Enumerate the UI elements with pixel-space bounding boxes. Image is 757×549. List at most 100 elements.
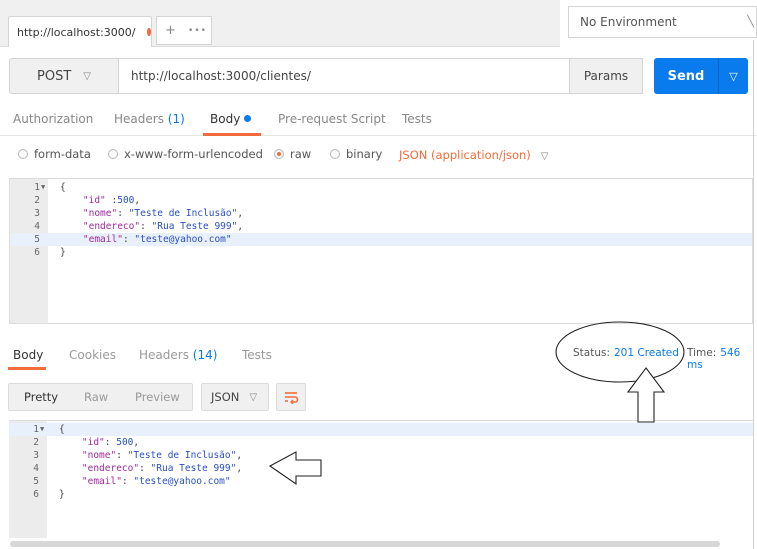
json-sep: :: [117, 208, 129, 219]
chevron-down-icon: ▽: [249, 391, 258, 403]
line-number: 2: [33, 437, 39, 448]
tab-pre-request-script[interactable]: Pre-request Script: [278, 112, 386, 126]
radio-label: x-www-form-urlencoded: [124, 147, 263, 161]
status-label: Status:: [573, 347, 610, 359]
line-number: 2: [34, 195, 40, 206]
code-line: 6}: [10, 246, 752, 259]
json-value: "teste@yahoo.com": [133, 476, 231, 487]
tab-headers[interactable]: Headers (1): [114, 112, 185, 126]
chevron-down-icon: ▽: [729, 69, 738, 83]
code-text: }: [60, 247, 66, 258]
tab-cookies[interactable]: Cookies: [69, 348, 116, 362]
request-body-editor[interactable]: 1 ▼{ 2 "id" :500, 3 "nome": "Teste de Inc…: [9, 178, 753, 324]
code-text: "endereco": "Rua Teste 999",: [60, 220, 243, 233]
json-end: ,: [237, 208, 244, 219]
response-format-select[interactable]: JSON ▽: [201, 383, 269, 411]
radio-label: binary: [346, 147, 383, 161]
tab-label: Headers: [114, 112, 164, 126]
json-end: ,: [134, 195, 141, 206]
headers-count: (1): [167, 112, 185, 126]
url-input[interactable]: http://localhost:3000/clientes/: [118, 58, 570, 94]
radio-form-data[interactable]: form-data: [18, 147, 91, 161]
tab-tests[interactable]: Tests: [402, 112, 432, 126]
radio-label: form-data: [34, 147, 91, 161]
unsaved-dot-icon: [147, 28, 151, 36]
params-button[interactable]: Params: [569, 58, 643, 94]
fold-arrow-icon[interactable]: ▼: [40, 423, 44, 436]
request-tabs: Authorization Headers (1) Body Pre-reque…: [0, 106, 757, 136]
fold-arrow-icon[interactable]: ▼: [41, 181, 45, 194]
radio-raw[interactable]: raw: [274, 147, 311, 161]
view-mode-group: Pretty Raw Preview: [8, 383, 193, 411]
tab-body[interactable]: Body: [210, 112, 252, 126]
line-number: 5: [34, 234, 40, 245]
code-line: 2 "id": 500,: [9, 436, 753, 449]
up-arrow-annotation-icon: [626, 367, 666, 423]
tab-response-headers[interactable]: Headers (14): [139, 348, 217, 362]
line-number: 6: [34, 247, 40, 258]
active-tab-underline: [8, 367, 46, 370]
wrap-lines-button[interactable]: [276, 383, 306, 411]
tab-label: Body: [13, 348, 44, 362]
environment-value: No Environment: [580, 15, 677, 29]
json-value: "Teste de Inclusão": [128, 208, 238, 219]
code-line: 5 "email": "teste@yahoo.com": [9, 475, 753, 488]
tab-response-body[interactable]: Body: [13, 348, 43, 362]
wrap-lines-icon: [285, 392, 299, 404]
raw-type-value: JSON (application/json): [399, 148, 531, 162]
tab-label: Headers: [139, 348, 189, 362]
new-tab-button[interactable]: +: [157, 23, 184, 38]
radio-label: raw: [290, 147, 312, 161]
view-pretty-button[interactable]: Pretty: [24, 390, 58, 404]
environment-select[interactable]: No Environment ╲: [568, 6, 757, 38]
radio-icon: [18, 149, 28, 159]
json-value: "Rua Teste 999": [151, 221, 238, 232]
more-tabs-button[interactable]: •••: [184, 26, 211, 36]
status-value: 201 Created: [614, 347, 679, 359]
json-key: "nome": [81, 450, 117, 461]
json-key: "id": [81, 437, 105, 448]
radio-binary[interactable]: binary: [330, 147, 382, 161]
json-key: "email": [82, 234, 123, 245]
response-body-viewer[interactable]: 1 ▼ { 2 "id": 500, 3 "nome": "Teste de Inc…: [9, 420, 753, 538]
tab-authorization[interactable]: Authorization: [13, 112, 93, 126]
code-line: 4 "endereco": "Rua Teste 999",: [10, 220, 752, 233]
radio-icon: [108, 149, 118, 159]
radio-icon: [330, 149, 340, 159]
json-key: "endereco": [82, 221, 141, 232]
line-number: 3: [33, 450, 39, 461]
code-line-active: 5 "email": "teste@yahoo.com": [10, 233, 752, 246]
json-key: "email": [81, 476, 122, 487]
code-text: "email": "teste@yahoo.com": [59, 475, 231, 488]
method-value: POST: [37, 68, 72, 84]
code-text: "nome": "Teste de Inclusão",: [60, 207, 243, 220]
json-value: 500: [117, 195, 135, 206]
json-sep: :: [105, 195, 118, 206]
response-status: Status: 201 Created: [573, 347, 679, 359]
tab-label: Body: [210, 112, 241, 126]
json-value: "Rua Teste 999": [150, 463, 237, 474]
send-button[interactable]: Send: [654, 58, 718, 94]
line-number: 4: [33, 463, 39, 474]
tab-label: Pre-request Script: [278, 112, 386, 126]
json-sep: :: [140, 221, 152, 232]
code-text: "nome": "Teste de Inclusão",: [59, 449, 242, 462]
format-value: JSON: [211, 390, 240, 404]
horizontal-scrollbar[interactable]: [10, 541, 720, 547]
tab-response-tests[interactable]: Tests: [242, 348, 272, 362]
raw-type-select[interactable]: JSON (application/json) ▽: [399, 148, 549, 162]
view-preview-button[interactable]: Preview: [135, 390, 180, 404]
code-line: 1 ▼ {: [10, 181, 752, 194]
request-tab-title: http://localhost:3000/: [17, 25, 136, 39]
send-dropdown-button[interactable]: ▽: [718, 58, 748, 94]
view-raw-button[interactable]: Raw: [84, 390, 108, 404]
method-select[interactable]: POST ▽: [9, 58, 119, 94]
tab-label: Cookies: [69, 348, 116, 362]
code-line: 4 "endereco": "Rua Teste 999",: [9, 462, 753, 475]
json-end: ,: [236, 463, 243, 474]
code-text: {: [60, 182, 66, 193]
json-key: "nome": [82, 208, 118, 219]
radio-urlencoded[interactable]: x-www-form-urlencoded: [108, 147, 263, 161]
window-edge: [753, 40, 754, 549]
request-tab[interactable]: http://localhost:3000/: [8, 16, 152, 47]
